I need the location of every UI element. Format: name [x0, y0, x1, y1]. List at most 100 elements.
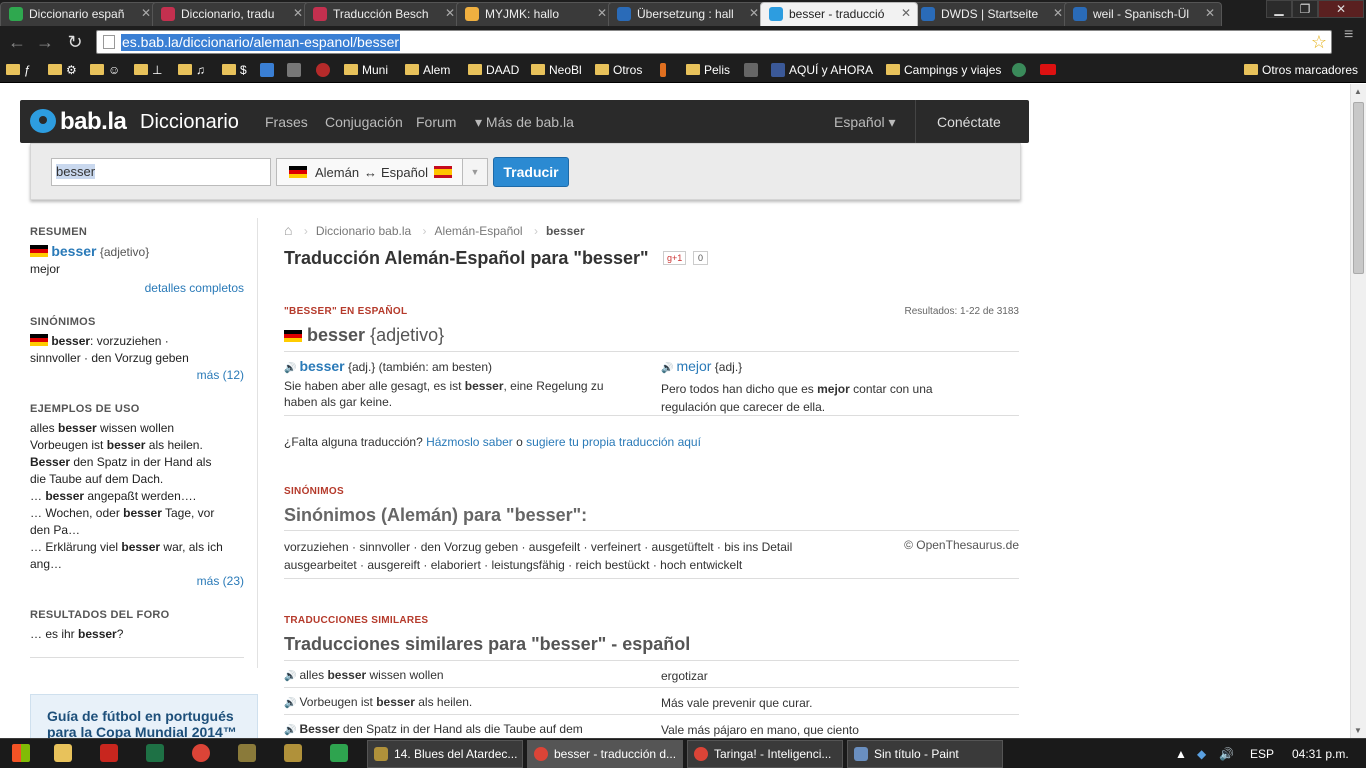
bookmark-folder[interactable]: ☺ [90, 63, 120, 79]
bookmark-star-icon[interactable]: ☆ [1311, 32, 1327, 53]
details-link[interactable]: detalles completos [30, 280, 244, 297]
address-bar[interactable]: es.bab.la/diccionario/aleman-espanol/bes… [96, 30, 1332, 54]
example-line[interactable]: ang… [30, 556, 244, 573]
browser-tab[interactable]: weil - Spanisch-Ül ✕ [1064, 2, 1222, 26]
clock[interactable]: 04:31 p.m. [1292, 747, 1349, 761]
excel-icon[interactable] [146, 744, 164, 762]
bookmark-folder[interactable]: ♫ [178, 63, 205, 79]
bookmark-folder[interactable]: Pelis [686, 63, 730, 79]
taskbar-task[interactable]: Sin título - Paint [847, 740, 1003, 768]
scrollbar-thumb[interactable] [1353, 102, 1364, 274]
language-selector[interactable]: Español ▾ [834, 114, 896, 131]
login-link[interactable]: Conéctate [937, 114, 1001, 130]
browser-tab[interactable]: Diccionario españ ✕ [0, 2, 158, 26]
taskbar-task[interactable]: Taringa! - Inteligenci... [687, 740, 843, 768]
example-line[interactable]: Besser den Spatz in der Hand als [30, 454, 244, 471]
bookmark-icon[interactable] [1040, 63, 1056, 79]
bookmark-folder[interactable]: NeoBl [531, 63, 582, 79]
example-line[interactable]: die Taube auf dem Dach. [30, 471, 244, 488]
similar-row[interactable]: 🔊 Vorbeugen ist besser als heilen. Más va… [284, 695, 1019, 710]
browser-tab[interactable]: Übersetzung : hall ✕ [608, 2, 766, 26]
chrome-icon[interactable] [192, 744, 210, 762]
bookmark-folder[interactable]: $ [222, 63, 247, 79]
minimize-icon[interactable]: ▁ [1266, 0, 1292, 18]
opentheraurus-credit[interactable]: © OpenThesaurus.de [904, 538, 1019, 552]
explorer-icon[interactable] [54, 744, 72, 762]
bookmark-folder[interactable]: Otros [595, 63, 642, 79]
example-line[interactable]: … besser angepaßt werden…. [30, 488, 244, 505]
browser-tab[interactable]: MYJMK: hallo ✕ [456, 2, 614, 26]
close-tab-icon[interactable]: ✕ [901, 6, 911, 20]
nav-mas[interactable]: ▾ Más de bab.la [475, 114, 574, 131]
page-scrollbar[interactable]: ▲ ▼ [1350, 84, 1366, 738]
dropbox-icon[interactable]: ◆ [1197, 747, 1206, 761]
browser-tab-active[interactable]: besser - traducció ✕ [760, 2, 918, 26]
speaker-icon[interactable]: 🔊 [284, 725, 296, 736]
close-window-icon[interactable]: ✕ [1318, 0, 1364, 18]
similar-row[interactable]: 🔊 Besser den Spatz in der Hand als die Ta… [284, 722, 1019, 737]
show-hidden-icons[interactable]: ▲ [1175, 747, 1187, 761]
more-synonyms-link[interactable]: más (12) [30, 367, 244, 384]
volume-icon[interactable]: 🔊 [1219, 747, 1234, 761]
synonyms-list[interactable]: vorzuziehen · sinnvoller · den Vorzug ge… [284, 538, 864, 574]
bookmark-folder[interactable]: Muni [344, 63, 388, 79]
close-tab-icon[interactable]: ✕ [293, 6, 303, 20]
close-tab-icon[interactable]: ✕ [1053, 6, 1063, 20]
bookmark-folder[interactable]: Alem [405, 63, 450, 79]
bookmark-folder[interactable]: Campings y viajes [886, 63, 1001, 79]
back-icon[interactable]: ← [6, 31, 28, 53]
similar-row[interactable]: 🔊 alles besser wissen wollen ergotizar [284, 668, 1019, 683]
bookmark-folder[interactable]: ƒ [6, 63, 31, 79]
bookmark-icon[interactable] [744, 63, 758, 79]
input-language[interactable]: ESP [1250, 747, 1274, 761]
bookmark-icon[interactable] [316, 63, 330, 79]
taskbar-task[interactable]: 14. Blues del Atardec... [367, 740, 523, 768]
scroll-down-icon[interactable]: ▼ [1354, 726, 1362, 735]
restore-icon[interactable]: ❐ [1292, 0, 1318, 18]
example-line[interactable]: … Wochen, oder besser Tage, vor [30, 505, 244, 522]
nav-conjugacion[interactable]: Conjugación [325, 114, 403, 130]
translate-button[interactable]: Traducir [493, 157, 569, 187]
bookmark-icon[interactable] [260, 63, 274, 79]
other-bookmarks[interactable]: Otros marcadores [1244, 63, 1358, 79]
reload-icon[interactable]: ↻ [64, 31, 86, 53]
bookmark-icon[interactable] [660, 63, 666, 79]
football-guide-promo[interactable]: Guía de fútbol en portugués para la Copa … [30, 694, 258, 738]
start-icon[interactable] [12, 744, 30, 762]
search-input[interactable]: besser [51, 158, 271, 186]
chevron-down-icon[interactable]: ▼ [462, 158, 488, 186]
gplus-button[interactable]: g+1 [663, 251, 687, 265]
forward-icon[interactable]: → [34, 31, 56, 53]
close-tab-icon[interactable]: ✕ [1205, 6, 1215, 20]
browser-tab[interactable]: DWDS | Startseite ✕ [912, 2, 1070, 26]
browser-tab[interactable]: Traducción Besch ✕ [304, 2, 462, 26]
language-pair-select[interactable]: Alemán ↔ Español ▼ [276, 158, 488, 186]
speaker-icon[interactable]: 🔊 [284, 671, 296, 682]
winamp-icon[interactable] [284, 744, 302, 762]
app-icon[interactable] [238, 744, 256, 762]
example-line[interactable]: Vorbeugen ist besser als heilen. [30, 437, 244, 454]
browser-tab[interactable]: Diccionario, tradu ✕ [152, 2, 310, 26]
bookmark-icon[interactable] [1012, 63, 1026, 79]
url-text[interactable]: es.bab.la/diccionario/aleman-espanol/bes… [121, 34, 401, 51]
babla-logo-icon[interactable] [30, 109, 56, 133]
app-icon[interactable] [330, 744, 348, 762]
speaker-icon[interactable]: 🔊 [284, 698, 296, 709]
bookmark-folder[interactable]: ⚙ [48, 63, 77, 79]
site-logo[interactable]: bab.la [60, 108, 127, 136]
bookmark-icon[interactable] [287, 63, 301, 79]
bookmark-folder[interactable]: ⊥ [134, 63, 162, 79]
example-line[interactable]: alles besser wissen wollen [30, 420, 244, 437]
more-examples-link[interactable]: más (23) [30, 573, 244, 590]
forum-result[interactable]: … es ihr besser? [30, 626, 244, 643]
taskbar-task-active[interactable]: besser - traducción d... [527, 740, 683, 768]
close-tab-icon[interactable]: ✕ [445, 6, 455, 20]
menu-icon[interactable]: ≡ [1344, 27, 1358, 43]
acrobat-icon[interactable] [100, 744, 118, 762]
bookmark-link[interactable]: AQUÍ y AHORA [771, 63, 873, 79]
speaker-icon[interactable]: 🔊 [661, 363, 673, 374]
nav-frases[interactable]: Frases [265, 114, 308, 130]
example-line[interactable]: den Pa… [30, 522, 244, 539]
scroll-up-icon[interactable]: ▲ [1354, 87, 1362, 96]
speaker-icon[interactable]: 🔊 [284, 363, 296, 374]
